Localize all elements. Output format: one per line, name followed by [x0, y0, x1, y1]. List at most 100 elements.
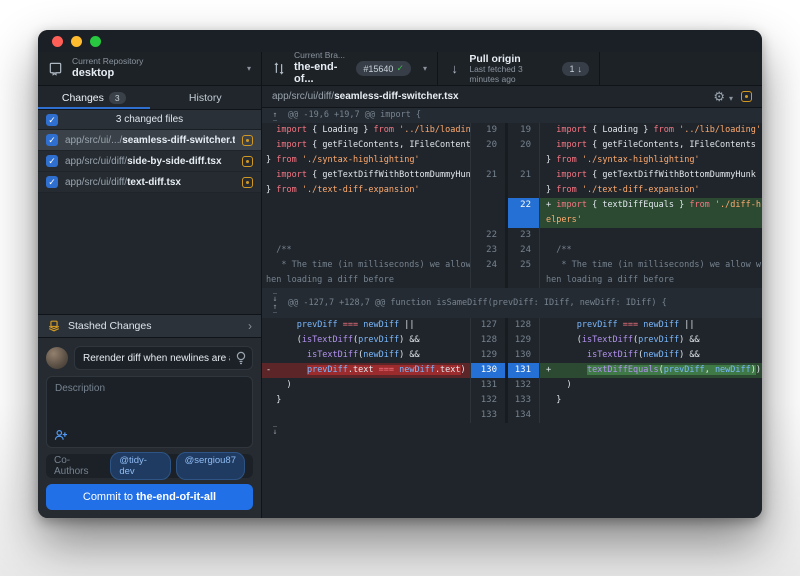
changed-files-count: 3 changed files	[38, 114, 261, 125]
diff-code-line: prevDiff === newDiff ||	[266, 318, 470, 333]
old-line-number[interactable]: 21	[470, 168, 505, 198]
old-line-number[interactable]: 20	[470, 138, 505, 168]
file-include-checkbox[interactable]: ✓	[46, 155, 58, 167]
repo-name: desktop	[72, 67, 143, 80]
select-all-checkbox[interactable]: ✓	[46, 114, 58, 126]
new-code-pane: import { Loading } from '../lib/loading'	[540, 123, 762, 138]
pr-status-badge[interactable]: #15640 ✓	[356, 61, 411, 76]
old-line-number[interactable]: 19	[470, 123, 505, 138]
modified-file-icon	[741, 91, 752, 102]
tab-label: History	[189, 92, 222, 104]
old-line-number[interactable]: 132	[470, 393, 505, 408]
changed-file-row[interactable]: ✓app/src/ui/diff/side-by-side-diff.tsx	[38, 151, 261, 172]
new-line-number[interactable]: 132	[505, 378, 540, 393]
old-line-number[interactable]: 127	[470, 318, 505, 333]
diff-code-line: * The time (in milliseconds) we allow w	[546, 258, 762, 273]
title-bar[interactable]	[38, 30, 762, 52]
new-line-number[interactable]: 22	[505, 198, 540, 228]
diff-row: )131132 )	[262, 378, 762, 393]
pull-origin-button[interactable]: ↓ Pull origin Last fetched 3 minutes ago…	[438, 52, 600, 85]
old-line-number[interactable]: 129	[470, 348, 505, 363]
old-code-pane	[262, 228, 470, 243]
changes-sidebar: Changes3 History ✓ 3 changed files ✓app/s…	[38, 86, 262, 518]
stashed-changes-row[interactable]: Stashed Changes ›	[38, 314, 261, 338]
old-code-pane: (isTextDiff(prevDiff) &&	[262, 333, 470, 348]
changed-file-row[interactable]: ✓app/src/ui/.../seamless-diff-switcher.t…	[38, 130, 261, 151]
new-line-number[interactable]: 130	[505, 348, 540, 363]
diff-file-header: app/src/ui/diff/seamless-diff-switcher.t…	[262, 86, 762, 108]
new-line-number[interactable]: 23	[505, 228, 540, 243]
new-line-number[interactable]: 128	[505, 318, 540, 333]
diff-row: import { getFileContents, IFileContents}…	[262, 138, 762, 168]
new-code-pane: import { getTextDiffWithBottomDummyHunk}…	[540, 168, 762, 198]
diff-code-line: import { Loading } from '../lib/loading'	[266, 123, 470, 138]
expand-down-icon[interactable]: ↓	[273, 426, 278, 436]
modified-file-icon	[242, 135, 253, 146]
new-line-number[interactable]: 21	[505, 168, 540, 198]
expand-up-icon[interactable]: ↑	[273, 303, 278, 313]
diff-code-line	[266, 408, 470, 423]
old-line-number[interactable]: 23	[470, 243, 505, 258]
diff-code-line: import { Loading } from '../lib/loading'	[546, 123, 762, 138]
diff-row: import { Loading } from '../lib/loading'…	[262, 123, 762, 138]
diff-body: ↑ @@ -19,6 +19,7 @@ import { import { Loa…	[262, 108, 762, 518]
diff-code-line	[266, 228, 470, 243]
tab-changes[interactable]: Changes3	[38, 86, 150, 109]
old-line-number[interactable]: 130	[470, 363, 505, 378]
pull-subtitle: Last fetched 3 minutes ago	[469, 65, 554, 85]
old-code-pane: import { Loading } from '../lib/loading'	[262, 123, 470, 138]
old-line-number[interactable]: 22	[470, 228, 505, 243]
repo-label: Current Repository	[72, 57, 143, 67]
old-line-number[interactable]: 24	[470, 258, 505, 288]
zoom-window-button[interactable]	[90, 36, 101, 47]
diff-options-button[interactable]: ⚙▾	[713, 89, 733, 105]
coauthor-pill[interactable]: @sergiou87	[176, 452, 245, 480]
new-line-number[interactable]: 134	[505, 408, 540, 423]
minimize-window-button[interactable]	[71, 36, 82, 47]
gear-icon: ⚙	[713, 89, 725, 104]
current-branch-button[interactable]: Current Bra... the-end-of... #15640 ✓ ▾	[262, 52, 438, 85]
close-window-button[interactable]	[52, 36, 63, 47]
diff-code-line: }	[266, 393, 470, 408]
current-repository-button[interactable]: Current Repository desktop ▾	[38, 52, 262, 85]
modified-file-icon	[242, 177, 253, 188]
expand-up-icon[interactable]: ↑	[273, 111, 278, 121]
pr-number: #15640	[363, 64, 393, 74]
new-line-number[interactable]: 133	[505, 393, 540, 408]
old-code-pane: import { getFileContents, IFileContents}…	[262, 138, 470, 168]
old-line-number[interactable]: 133	[470, 408, 505, 423]
diff-code-line: )	[546, 378, 762, 393]
lightbulb-icon[interactable]	[235, 351, 247, 365]
new-line-number[interactable]: 19	[505, 123, 540, 138]
diff-code-line: prevDiff === newDiff ||	[546, 318, 762, 333]
file-include-checkbox[interactable]: ✓	[46, 134, 58, 146]
old-line-number[interactable]: 128	[470, 333, 505, 348]
commit-summary-input[interactable]	[74, 346, 253, 370]
new-code-pane: /**	[540, 243, 762, 258]
branch-label: Current Bra...	[294, 51, 348, 61]
commit-form: Co-Authors @tidy-dev@sergiou87 Commit to…	[38, 338, 261, 518]
commit-description-input[interactable]	[47, 377, 252, 447]
diff-code-line: + import { textDiffEquals } from './diff…	[540, 198, 762, 213]
file-include-checkbox[interactable]: ✓	[46, 176, 58, 188]
old-code-pane: isTextDiff(newDiff) &&	[262, 348, 470, 363]
new-line-number[interactable]: 129	[505, 333, 540, 348]
old-line-number[interactable]	[470, 198, 505, 228]
new-line-number[interactable]: 24	[505, 243, 540, 258]
diff-code-line: elpers'	[540, 213, 762, 228]
new-line-number[interactable]: 131	[505, 363, 540, 378]
coauthor-pill[interactable]: @tidy-dev	[110, 452, 170, 480]
new-code-pane: isTextDiff(newDiff) &&	[540, 348, 762, 363]
old-line-number[interactable]: 131	[470, 378, 505, 393]
chevron-down-icon: ▾	[423, 64, 427, 73]
commit-button[interactable]: Commit to the-end-of-it-all	[46, 484, 253, 510]
changed-file-row[interactable]: ✓app/src/ui/diff/text-diff.tsx	[38, 172, 261, 193]
toolbar: Current Repository desktop ▾ Current Bra…	[38, 52, 762, 86]
hunk-header-text: @@ -19,6 +19,7 @@ import {	[288, 108, 421, 123]
add-coauthor-icon[interactable]	[54, 429, 68, 441]
new-line-number[interactable]: 25	[505, 258, 540, 288]
new-line-number[interactable]: 20	[505, 138, 540, 168]
diff-row: - prevDiff.text === newDiff.text)130131+…	[262, 363, 762, 378]
new-code-pane	[540, 228, 762, 243]
tab-history[interactable]: History	[150, 86, 262, 109]
